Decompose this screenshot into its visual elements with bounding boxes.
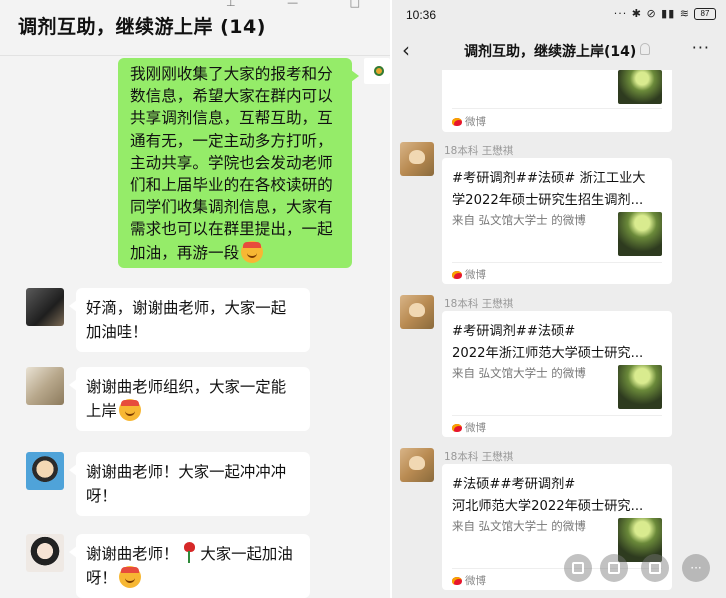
card-footer: 微博 — [452, 420, 486, 435]
card-source: 来自 弘文馆大学士 的微博 — [452, 213, 586, 227]
card-thumbnail — [618, 365, 662, 409]
status-bar: 10:36 ··· ✱ ⊘ ▮▮ ≋ 87 — [392, 0, 726, 28]
multi-window-button[interactable] — [564, 554, 592, 582]
message-text: 呀！ — [86, 487, 117, 505]
avatar[interactable] — [26, 452, 64, 490]
card-footer-label: 微博 — [465, 422, 486, 434]
message-text: 我刚刚收集了大家的报考和分数信息，希望大家在群内可以共享调剂信息，互帮互助，互通… — [130, 65, 333, 262]
left-chat-panel: 调剂互助，继续游上岸 (14) ⊥ — □ 我刚刚收集了大家的报考和分数信息，希… — [0, 0, 390, 598]
rose-icon — [182, 542, 196, 564]
grid-button[interactable] — [641, 554, 669, 582]
cheer-emoji-icon — [118, 399, 141, 421]
sender-name: 18本科 王懋祺 — [444, 451, 514, 463]
card-title: #法硕##考研调剂# 河北师范大学2022年硕士研究... — [452, 477, 644, 514]
card-thumbnail — [618, 70, 662, 104]
message-text: 好滴，谢谢曲老师，大家一起 — [86, 299, 287, 317]
more-icon[interactable]: ··· — [692, 38, 710, 57]
avatar[interactable] — [400, 295, 434, 329]
card-source: 来自 弘文馆大学士 的微博 — [452, 366, 586, 380]
card-divider — [452, 568, 662, 569]
weibo-share-card[interactable]: #考研调剂##法硕# 浙江工业大 学2022年硕士研究生招生调剂... 来自 弘… — [442, 158, 672, 284]
message-bubble[interactable]: 谢谢曲老师！大家一起冲冲冲 呀！ — [69, 452, 310, 516]
avatar[interactable] — [26, 367, 64, 405]
card-thumbnail — [618, 212, 662, 256]
chat-title: 调剂互助，继续游上岸 (14) — [18, 16, 266, 38]
cheer-emoji-icon — [118, 566, 141, 588]
avatar[interactable] — [26, 534, 64, 572]
weibo-share-card[interactable]: #考研调剂##法硕# 2022年浙江师范大学硕士研究... 来自 弘文馆大学士 … — [442, 311, 672, 437]
nav-title: 调剂互助，继续游上岸(14) — [464, 44, 637, 60]
nav-bar: ‹ 调剂互助，继续游上岸(14) ··· — [392, 30, 726, 70]
grid-icon — [649, 562, 661, 574]
message-text: 谢谢曲老师组织，大家一定能 — [86, 378, 287, 396]
weibo-share-card[interactable]: 微博 — [442, 70, 672, 132]
my-avatar[interactable] — [364, 58, 390, 84]
message-bubble[interactable]: 谢谢曲老师！ 大家一起加油 呀！ — [69, 534, 310, 598]
message-text: 大家一起加油 — [200, 545, 293, 563]
windows-icon — [572, 562, 584, 574]
header-icons[interactable]: ⊥ — □ — [226, 0, 384, 9]
avatar[interactable] — [26, 288, 64, 326]
card-source: 来自 弘文馆大学士 的微博 — [452, 519, 586, 533]
card-divider — [452, 108, 662, 109]
sender-name: 18本科 王懋祺 — [444, 298, 514, 310]
card-footer-label: 微博 — [465, 116, 486, 128]
avatar[interactable] — [400, 448, 434, 482]
card-title: #考研调剂##法硕# 浙江工业大 学2022年硕士研究生招生调剂... — [452, 171, 646, 208]
back-chevron-icon[interactable]: ‹ — [402, 38, 410, 62]
card-divider — [452, 415, 662, 416]
message-bubble[interactable]: 谢谢曲老师组织，大家一定能 上岸 — [69, 367, 310, 431]
screenshot-button[interactable] — [600, 554, 628, 582]
chat-header: 调剂互助，继续游上岸 (14) ⊥ — □ — [0, 0, 390, 56]
sender-name: 18本科 王懋祺 — [444, 145, 514, 157]
message-bubble-self[interactable]: 我刚刚收集了大家的报考和分数信息，希望大家在群内可以共享调剂信息，互帮互助，互通… — [118, 58, 359, 268]
message-bubble[interactable]: 好滴，谢谢曲老师，大家一起 加油哇！ — [69, 288, 310, 352]
message-text: 谢谢曲老师！ — [86, 545, 179, 563]
battery-icon: 87 — [694, 8, 716, 20]
dots-icon: ··· — [690, 561, 702, 575]
weibo-share-card[interactable]: #法硕##考研调剂# 河北师范大学2022年硕士研究... 来自 弘文馆大学士 … — [442, 464, 672, 590]
right-phone-panel: 10:36 ··· ✱ ⊘ ▮▮ ≋ 87 ‹ 调剂互助，继续游上岸(14) ·… — [392, 0, 726, 598]
card-footer-label: 微博 — [465, 269, 486, 281]
card-title: #考研调剂##法硕# 2022年浙江师范大学硕士研究... — [452, 324, 644, 361]
card-footer: 微博 — [452, 267, 486, 282]
weibo-icon — [452, 271, 462, 279]
card-divider — [452, 262, 662, 263]
card-footer-label: 微博 — [465, 575, 486, 587]
more-fab-button[interactable]: ··· — [682, 554, 710, 582]
weibo-icon — [452, 577, 462, 585]
mute-bell-icon — [640, 43, 650, 55]
weibo-icon — [452, 118, 462, 126]
weibo-icon — [452, 424, 462, 432]
message-text: 加油哇！ — [86, 323, 148, 341]
message-text: 上岸 — [86, 402, 117, 420]
message-text: 谢谢曲老师！大家一起冲冲冲 — [86, 463, 287, 481]
status-time: 10:36 — [406, 8, 437, 22]
message-text: 呀！ — [86, 569, 117, 587]
flower-icon — [374, 66, 384, 76]
avatar[interactable] — [400, 142, 434, 176]
signal-wifi-icon: ··· ✱ ⊘ ▮▮ ≋ — [613, 7, 690, 20]
card-footer: 微博 — [452, 573, 486, 588]
download-icon — [608, 562, 620, 574]
card-footer: 微博 — [452, 114, 486, 129]
cheer-emoji-icon — [241, 240, 264, 263]
